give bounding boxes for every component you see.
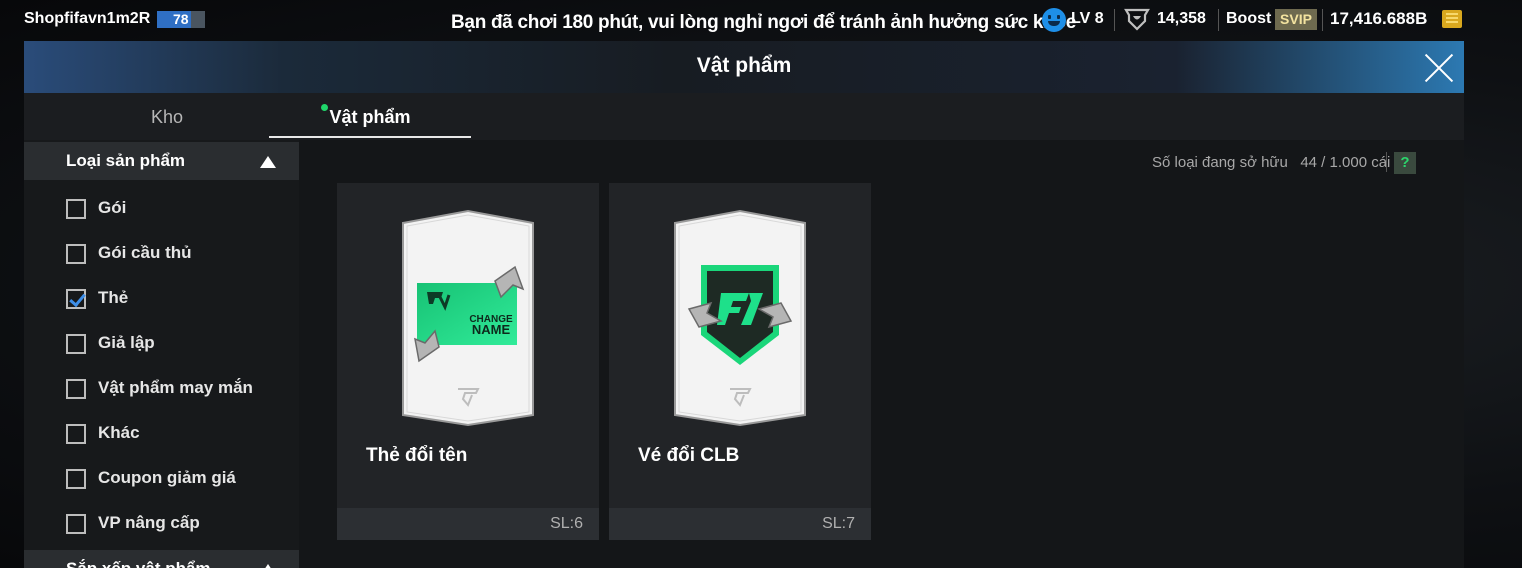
filter-option-label: Giả lập: [98, 333, 155, 352]
product-type-header[interactable]: Loại sản phẩm: [24, 142, 299, 180]
card-text-name: NAME: [472, 322, 511, 337]
filter-option-label: Thẻ: [98, 288, 129, 307]
items-panel: Vật phẩm Kho Vật phẩm Loại sản phẩm Gói …: [24, 41, 1464, 568]
collapse-up-icon: [260, 564, 276, 568]
boost-label: Boost: [1226, 10, 1272, 27]
panel-header: Vật phẩm: [24, 41, 1464, 93]
filter-option-goi-cau-thu[interactable]: Gói cầu thủ: [66, 237, 286, 267]
item-footer: SL:6: [337, 508, 599, 540]
checkbox[interactable]: [66, 424, 86, 444]
health-warning: Bạn đã chơi 180 phút, vui lòng nghỉ ngơi…: [451, 12, 1077, 33]
checkbox[interactable]: [66, 334, 86, 354]
ovr-badge: 78: [157, 11, 205, 28]
filter-option-gia-lap[interactable]: Giả lập: [66, 327, 286, 357]
club-change-ticket-icon: [674, 209, 806, 427]
page-title: Vật phẩm: [696, 54, 792, 77]
divider: [1322, 9, 1323, 31]
owned-label: Số loại đang sở hữu: [1152, 154, 1288, 171]
divider: [1218, 9, 1219, 31]
change-name-card-icon: CHANGE NAME: [402, 209, 534, 427]
filter-option-khac[interactable]: Khác: [66, 417, 286, 447]
close-button[interactable]: [1422, 51, 1456, 85]
divider: [1114, 9, 1115, 31]
filter-option-label: Gói cầu thủ: [98, 243, 192, 262]
filter-option-label: Vật phẩm may mắn: [98, 378, 253, 397]
filter-option-the[interactable]: Thẻ: [66, 282, 286, 312]
coins-value: 17,416.688B: [1330, 9, 1428, 28]
trophy-icon: [1124, 8, 1150, 31]
active-tab-indicator: [269, 136, 471, 138]
level-label: LV 8: [1071, 10, 1104, 27]
owned-count: Số loại đang sở hữu 44 / 1.000 cái: [1152, 154, 1390, 171]
divider: [1386, 152, 1387, 172]
filter-option-goi[interactable]: Gói: [66, 192, 286, 222]
filter-option-vat-pham-may-man[interactable]: Vật phẩm may mắn: [66, 372, 286, 402]
tab-bar: Kho Vật phẩm: [24, 93, 1464, 140]
points-value: 14,358: [1157, 10, 1206, 27]
item-quantity: SL:6: [550, 515, 583, 532]
filter-header-label: Loại sản phẩm: [66, 151, 186, 170]
filter-option-label: VP nâng cấp: [98, 513, 200, 532]
sort-header-label: Sắp xếp vật phẩm: [66, 559, 211, 568]
new-dot-icon: [321, 104, 328, 111]
checkbox[interactable]: [66, 469, 86, 489]
username[interactable]: Shopfifavn1m2R: [24, 10, 150, 28]
smiley-icon: [1042, 8, 1066, 32]
sort-items-header[interactable]: Sắp xếp vật phẩm: [24, 550, 299, 568]
filter-sidebar: Loại sản phẩm Gói Gói cầu thủ Thẻ Giả lậ…: [24, 140, 299, 568]
status-bar: Shopfifavn1m2R 78 Bạn đã chơi 180 phút, …: [0, 0, 1522, 40]
coins-icon: [1442, 10, 1462, 28]
item-name: Vé đổi CLB: [638, 445, 740, 466]
filter-option-vp-nang-cap[interactable]: VP nâng cấp: [66, 507, 286, 537]
checkbox[interactable]: [66, 514, 86, 534]
tab-vat-pham[interactable]: Vật phẩm: [269, 93, 471, 140]
checkbox[interactable]: [66, 199, 86, 219]
tab-label: Vật phẩm: [329, 107, 411, 127]
svip-badge: SVIP: [1275, 9, 1317, 30]
item-card-the-doi-ten[interactable]: CHANGE NAME Thẻ đổi tên SL:6: [337, 183, 599, 540]
filter-option-label: Coupon giảm giá: [98, 468, 236, 487]
filter-option-label: Khác: [98, 423, 140, 442]
item-footer: SL:7: [609, 508, 871, 540]
item-quantity: SL:7: [822, 515, 855, 532]
item-card-ve-doi-clb[interactable]: Vé đổi CLB SL:7: [609, 183, 871, 540]
checkbox[interactable]: [66, 379, 86, 399]
help-button[interactable]: ?: [1394, 152, 1416, 174]
item-name: Thẻ đổi tên: [366, 445, 468, 466]
filter-option-label: Gói: [98, 198, 127, 217]
collapse-up-icon: [260, 156, 276, 168]
owned-value: 44 / 1.000 cái: [1300, 154, 1391, 171]
tab-kho[interactable]: Kho: [66, 93, 268, 140]
checkbox-checked[interactable]: [66, 289, 86, 309]
filter-option-coupon[interactable]: Coupon giảm giá: [66, 462, 286, 492]
checkbox[interactable]: [66, 244, 86, 264]
